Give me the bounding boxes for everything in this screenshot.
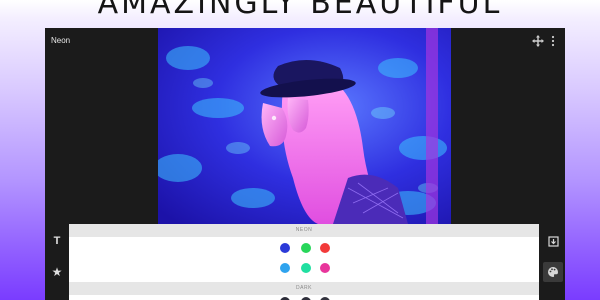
save-image-icon (547, 235, 559, 247)
app-title: Neon (51, 36, 71, 45)
color-swatch-neon-1[interactable] (280, 243, 290, 253)
save-image-button[interactable] (543, 231, 563, 251)
text-tool-button[interactable]: T (47, 231, 67, 251)
photo-image (158, 28, 451, 224)
color-swatch-neon-4[interactable] (280, 263, 290, 273)
edited-photo[interactable] (158, 28, 451, 224)
headline: AMAZINGLY BEAUTIFUL (97, 0, 503, 21)
star-icon: ★ (51, 265, 63, 279)
color-swatch-neon-6[interactable] (320, 263, 330, 273)
palette-tool-button[interactable] (543, 262, 563, 282)
app-window: Neon T ★ NEON DARK (45, 28, 565, 300)
more-vert-icon[interactable] (549, 35, 557, 47)
move-icon[interactable] (532, 35, 544, 47)
section-header-neon: NEON (69, 224, 539, 237)
text-icon: T (53, 235, 61, 247)
color-swatch-neon-3[interactable] (320, 243, 330, 253)
filter-panel: NEON DARK (69, 224, 539, 300)
favorite-tool-button[interactable]: ★ (47, 262, 67, 282)
palette-icon (548, 267, 558, 277)
section-header-dark: DARK (69, 282, 539, 295)
color-swatch-neon-2[interactable] (301, 243, 311, 253)
color-swatch-neon-5[interactable] (301, 263, 311, 273)
